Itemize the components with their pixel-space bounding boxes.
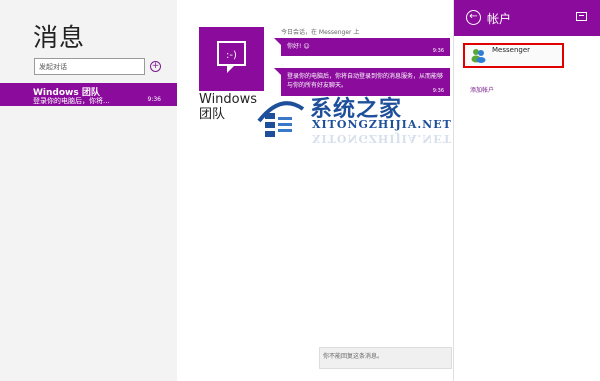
flyout-header: ← 帐户: [454, 0, 600, 36]
watermark: 系统之家 XITONGZHIJIA.NET XITONGZHIJIA.NET: [255, 85, 455, 155]
avatar-emoticon: :-): [226, 50, 237, 61]
add-account-link[interactable]: 添加帐户: [470, 85, 494, 94]
messenger-icon: [471, 49, 486, 63]
message-time: 9:36: [432, 48, 444, 54]
start-conversation-input[interactable]: 发起对话: [34, 58, 145, 75]
message-input[interactable]: 你不能回复这条消息。: [319, 347, 452, 369]
watermark-reflection: XITONGZHIJIA.NET: [312, 132, 452, 145]
contact-avatar: :-): [199, 27, 264, 91]
conversation-time: 9:36: [147, 96, 161, 103]
conversation-meta: 今日会话，在 Messenger 上: [281, 29, 360, 36]
message-bubble: 你好! ☺ 9:36: [281, 38, 450, 56]
conversation-list-pane: 消息 发起对话 + Windows 团队 登录你的电脑后，你将... 9:36: [0, 0, 177, 381]
accounts-flyout: ← 帐户 Messenger 添加帐户: [453, 0, 600, 381]
flyout-title: 帐户: [487, 12, 512, 26]
watermark-en: XITONGZHIJIA.NET: [312, 118, 452, 131]
account-messenger[interactable]: Messenger: [463, 43, 564, 68]
watermark-logo-icon: [257, 101, 305, 137]
page-title: 消息: [33, 23, 86, 52]
message-text: 你好! ☺: [287, 43, 310, 50]
bubble-tail: [274, 38, 281, 45]
bubble-tail: [274, 68, 281, 75]
chat-bubble-icon: :-): [217, 41, 246, 73]
conversation-list-item[interactable]: Windows 团队 登录你的电脑后，你将... 9:36: [0, 83, 177, 106]
conversation-preview: 登录你的电脑后，你将...: [33, 97, 110, 105]
add-conversation-icon[interactable]: +: [150, 61, 161, 72]
account-label: Messenger: [492, 46, 531, 54]
back-arrow-icon[interactable]: ←: [466, 10, 481, 25]
status-icon[interactable]: [576, 12, 587, 21]
